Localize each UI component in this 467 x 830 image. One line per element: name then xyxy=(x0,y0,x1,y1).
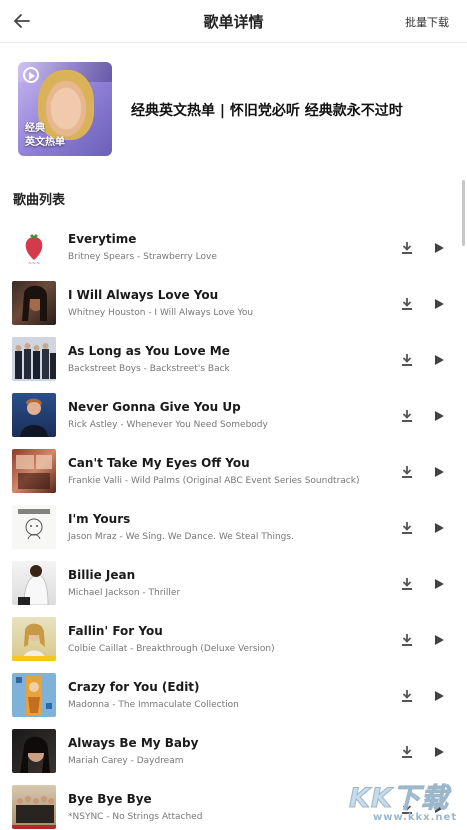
playlist-detail-page: 歌单详情 批量下载 经典 英文热单 经典英文热单 | 怀旧党必听 经典款永不过时… xyxy=(0,0,467,830)
download-icon[interactable] xyxy=(400,240,414,254)
song-artist-album: Jason Mraz - We Sing. We Dance. We Steal… xyxy=(68,532,294,542)
song-artist-album: Colbie Caillat - Breakthrough (Deluxe Ve… xyxy=(68,644,275,654)
batch-download-button[interactable]: 批量下载 xyxy=(405,14,449,30)
song-artist-album: Michael Jackson - Thriller xyxy=(68,588,181,598)
song-artist-album: Rick Astley - Whenever You Need Somebody xyxy=(68,420,268,430)
download-icon[interactable] xyxy=(400,408,414,422)
song-row[interactable]: As Long as You Love Me Backstreet Boys -… xyxy=(0,335,467,391)
cover-play-icon[interactable] xyxy=(23,67,39,83)
song-title: Can't Take My Eyes Off You xyxy=(68,456,250,470)
song-row[interactable]: Always Be My Baby Mariah Carey - Daydrea… xyxy=(0,727,467,783)
download-icon[interactable] xyxy=(400,632,414,646)
song-title: Everytime xyxy=(68,232,137,246)
song-row[interactable]: I'm Yours Jason Mraz - We Sing. We Dance… xyxy=(0,503,467,559)
play-icon[interactable] xyxy=(432,464,446,478)
play-icon[interactable] xyxy=(432,352,446,366)
song-row[interactable]: Never Gonna Give You Up Rick Astley - Wh… xyxy=(0,391,467,447)
download-icon[interactable] xyxy=(400,576,414,590)
song-artist-album: Britney Spears - Strawberry Love xyxy=(68,252,217,262)
song-title: As Long as You Love Me xyxy=(68,344,230,358)
song-artist-album: Backstreet Boys - Backstreet's Back xyxy=(68,364,230,374)
play-icon[interactable] xyxy=(432,520,446,534)
song-title: Bye Bye Bye xyxy=(68,792,152,806)
song-title: Never Gonna Give You Up xyxy=(68,400,241,414)
download-icon[interactable] xyxy=(400,296,414,310)
song-artist-album: Madonna - The Immaculate Collection xyxy=(68,700,239,710)
album-art: ~~~ xyxy=(12,225,56,269)
song-artist-album: Whitney Houston - I Will Always Love You xyxy=(68,308,254,318)
play-icon[interactable] xyxy=(432,688,446,702)
download-icon[interactable] xyxy=(400,352,414,366)
song-title: Billie Jean xyxy=(68,568,136,582)
play-icon[interactable] xyxy=(432,576,446,590)
watermark-logo-text: KK下载 xyxy=(349,783,449,815)
album-art xyxy=(12,561,56,605)
song-artist-album: *NSYNC - No Strings Attached xyxy=(68,812,203,822)
cover-label-line1: 经典 xyxy=(25,123,45,134)
cover-label-line2: 英文热单 xyxy=(25,137,65,148)
song-row[interactable]: Can't Take My Eyes Off You Frankie Valli… xyxy=(0,447,467,503)
play-icon[interactable] xyxy=(432,744,446,758)
album-art xyxy=(12,393,56,437)
album-art xyxy=(12,785,56,829)
song-title: I'm Yours xyxy=(68,512,131,526)
svg-text:~~~: ~~~ xyxy=(28,261,41,267)
scrollbar-thumb[interactable] xyxy=(462,180,465,246)
album-art xyxy=(12,337,56,381)
song-row[interactable]: Crazy for You (Edit) Madonna - The Immac… xyxy=(0,671,467,727)
album-art xyxy=(12,505,56,549)
album-art xyxy=(12,729,56,773)
download-icon[interactable] xyxy=(400,520,414,534)
download-icon[interactable] xyxy=(400,744,414,758)
song-row[interactable]: Fallin' For You Colbie Caillat - Breakth… xyxy=(0,615,467,671)
song-list-heading: 歌曲列表 xyxy=(13,193,66,208)
album-art xyxy=(12,281,56,325)
song-title: Always Be My Baby xyxy=(68,736,199,750)
playlist-cover-image: 经典 英文热单 xyxy=(18,62,112,156)
play-icon[interactable] xyxy=(432,240,446,254)
page-title: 歌单详情 xyxy=(203,13,264,31)
album-art xyxy=(12,617,56,661)
album-art xyxy=(12,673,56,717)
playlist-title: 经典英文热单 | 怀旧党必听 经典款永不过时 xyxy=(131,103,403,119)
download-icon[interactable] xyxy=(400,464,414,478)
top-bar: 歌单详情 批量下载 xyxy=(0,0,467,43)
song-row[interactable]: ~~~ Everytime Britney Spears - Strawberr… xyxy=(0,223,467,279)
song-title: Fallin' For You xyxy=(68,624,163,638)
song-row[interactable]: I Will Always Love You Whitney Houston -… xyxy=(0,279,467,335)
song-title: I Will Always Love You xyxy=(68,288,219,302)
play-icon[interactable] xyxy=(432,408,446,422)
song-list: ~~~ Everytime Britney Spears - Strawberr… xyxy=(0,223,467,830)
song-artist-album: Frankie Valli - Wild Palms (Original ABC… xyxy=(68,476,360,486)
song-row[interactable]: Billie Jean Michael Jackson - Thriller xyxy=(0,559,467,615)
play-icon[interactable] xyxy=(432,296,446,310)
album-art xyxy=(12,449,56,493)
download-icon[interactable] xyxy=(400,688,414,702)
watermark-url: www.kkx.net xyxy=(373,812,458,823)
song-artist-album: Mariah Carey - Daydream xyxy=(68,756,184,766)
play-icon[interactable] xyxy=(432,632,446,646)
song-title: Crazy for You (Edit) xyxy=(68,680,200,694)
cover-label: 经典 英文热单 xyxy=(25,122,65,150)
site-watermark: KK下载 www.kkx.net xyxy=(349,776,461,828)
